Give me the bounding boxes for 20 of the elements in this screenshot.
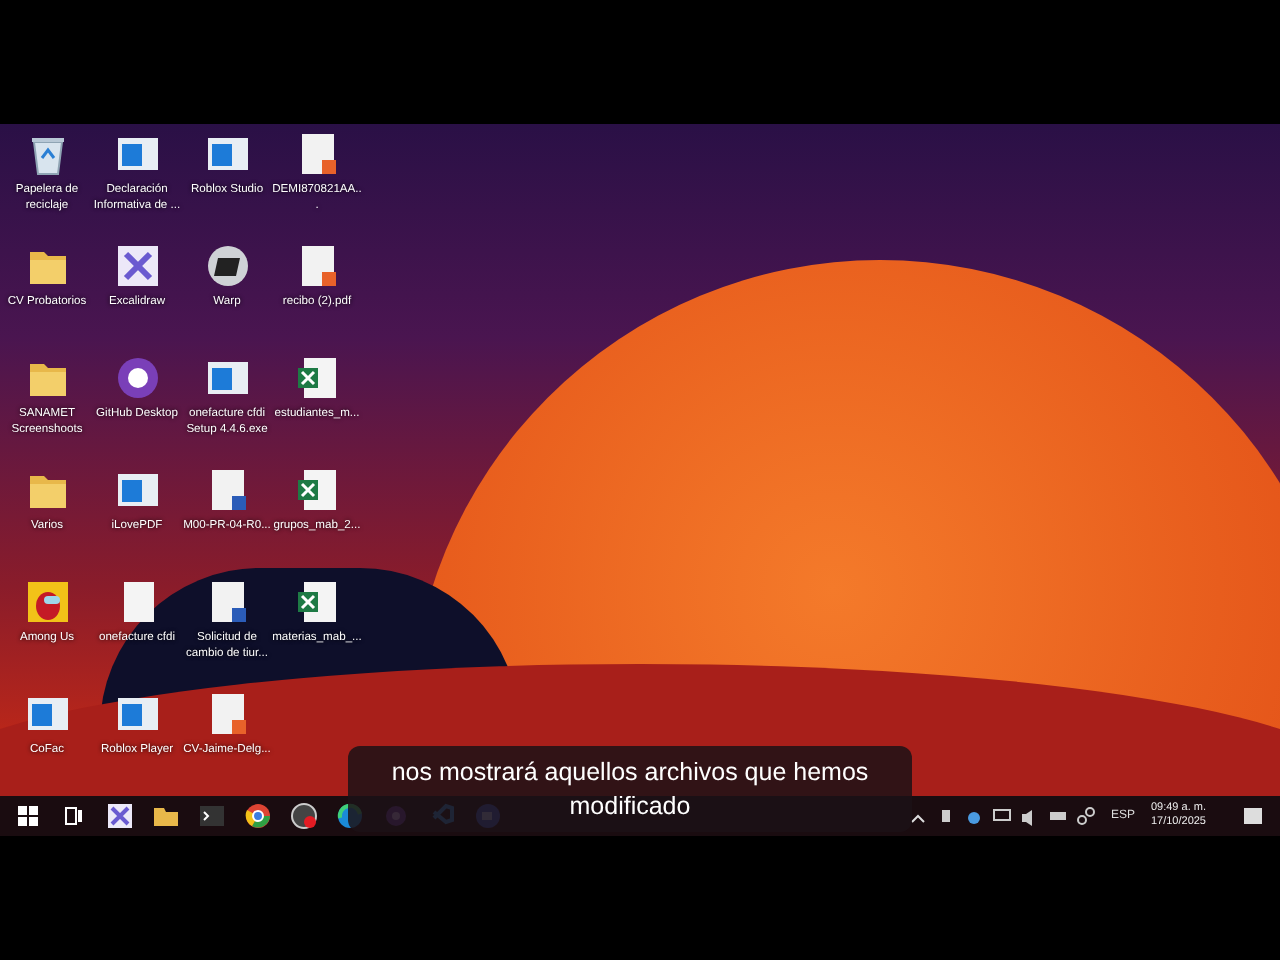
browser-icon[interactable]	[241, 800, 273, 832]
window-icon	[205, 132, 249, 176]
window-icon	[115, 692, 159, 736]
window-icon	[115, 132, 159, 176]
spreadsheet-icon	[295, 468, 339, 512]
pencil-icon[interactable]	[103, 800, 135, 832]
window-icon	[115, 468, 159, 512]
game-character-icon	[25, 580, 69, 624]
pencil-icon	[115, 244, 159, 288]
spreadsheet-icon	[295, 580, 339, 624]
monitor-icon[interactable]	[992, 806, 1013, 826]
subtitle-text: nos mostrará aquellos archivos que hemos modificado	[389, 755, 871, 823]
spreadsheet-icon	[295, 356, 339, 400]
link-icon[interactable]	[1076, 806, 1097, 826]
record-icon[interactable]	[287, 800, 319, 832]
window-icon	[25, 692, 69, 736]
terminal-icon[interactable]	[195, 800, 227, 832]
window-icon	[205, 356, 249, 400]
notifications-icon[interactable]	[1242, 805, 1264, 827]
warp-icon	[205, 244, 249, 288]
